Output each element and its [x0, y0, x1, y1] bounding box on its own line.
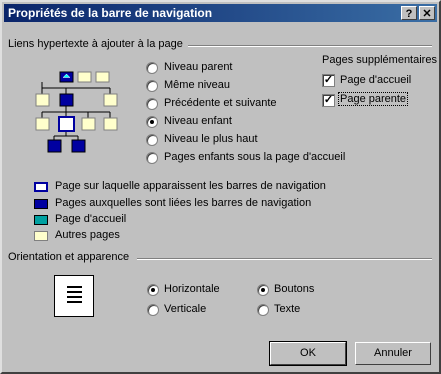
orientation-group-label: Orientation et apparence: [8, 251, 130, 263]
radio-niveau-enfant[interactable]: [146, 116, 158, 128]
dialog-window: Propriétés de la barre de navigation ? ✕…: [0, 0, 441, 374]
radio-niveau-parent[interactable]: [146, 62, 158, 74]
close-button[interactable]: ✕: [419, 6, 435, 20]
checkbox-page-parente[interactable]: ✓: [322, 94, 335, 107]
radio-niveau-plus-haut[interactable]: [146, 134, 158, 146]
diagram-current-node: [58, 116, 75, 132]
radio-meme-niveau[interactable]: [146, 80, 158, 92]
label-texte: Texte: [274, 303, 301, 315]
label-meme-niveau: Même niveau: [164, 79, 231, 91]
label-niveau-enfant: Niveau enfant: [164, 115, 232, 127]
additional-pages-label: Pages supplémentaires :: [322, 54, 441, 66]
ok-button[interactable]: OK: [269, 341, 347, 366]
title-bar: Propriétés de la barre de navigation ? ✕: [4, 4, 437, 22]
label-horizontale: Horizontale: [164, 283, 220, 295]
radio-precedente-suivante[interactable]: [146, 98, 158, 110]
label-niveau-parent: Niveau parent: [164, 61, 233, 73]
label-page-parente: Page parente: [337, 92, 409, 106]
legend-label-other-pages: Autres pages: [55, 229, 120, 241]
radio-pages-enfants-accueil[interactable]: [146, 152, 158, 164]
cancel-button[interactable]: Annuler: [355, 342, 431, 365]
radio-texte[interactable]: [257, 304, 269, 316]
home-page-icon: [34, 215, 48, 225]
linked-page-icon: [34, 199, 48, 209]
label-verticale: Verticale: [164, 303, 207, 315]
links-divider: [188, 45, 432, 47]
page-preview-icon: [54, 275, 94, 317]
other-page-icon: [34, 231, 48, 241]
orientation-divider: [137, 258, 432, 260]
label-pages-enfants-accueil: Pages enfants sous la page d'accueil: [164, 151, 346, 163]
links-group-label: Liens hypertexte à ajouter à la page: [8, 38, 183, 50]
label-niveau-plus-haut: Niveau le plus haut: [164, 133, 258, 145]
label-page-accueil: Page d'accueil: [340, 74, 412, 86]
checkbox-page-accueil[interactable]: ✓: [322, 74, 335, 87]
outlined-page-icon: [34, 182, 48, 192]
legend-label-linked-pages: Pages auxquelles sont liées les barres d…: [55, 197, 312, 209]
radio-horizontale[interactable]: [147, 284, 159, 296]
label-precedente-suivante: Précédente et suivante: [164, 97, 277, 109]
label-boutons: Boutons: [274, 283, 315, 295]
navigation-diagram: [35, 71, 118, 153]
legend-label-home-page: Page d'accueil: [55, 213, 127, 225]
window-title: Propriétés de la barre de navigation: [8, 6, 213, 20]
legend-label-current-page: Page sur laquelle apparaissent les barre…: [55, 180, 326, 192]
radio-verticale[interactable]: [147, 304, 159, 316]
radio-boutons[interactable]: [257, 284, 269, 296]
help-button[interactable]: ?: [401, 6, 417, 20]
